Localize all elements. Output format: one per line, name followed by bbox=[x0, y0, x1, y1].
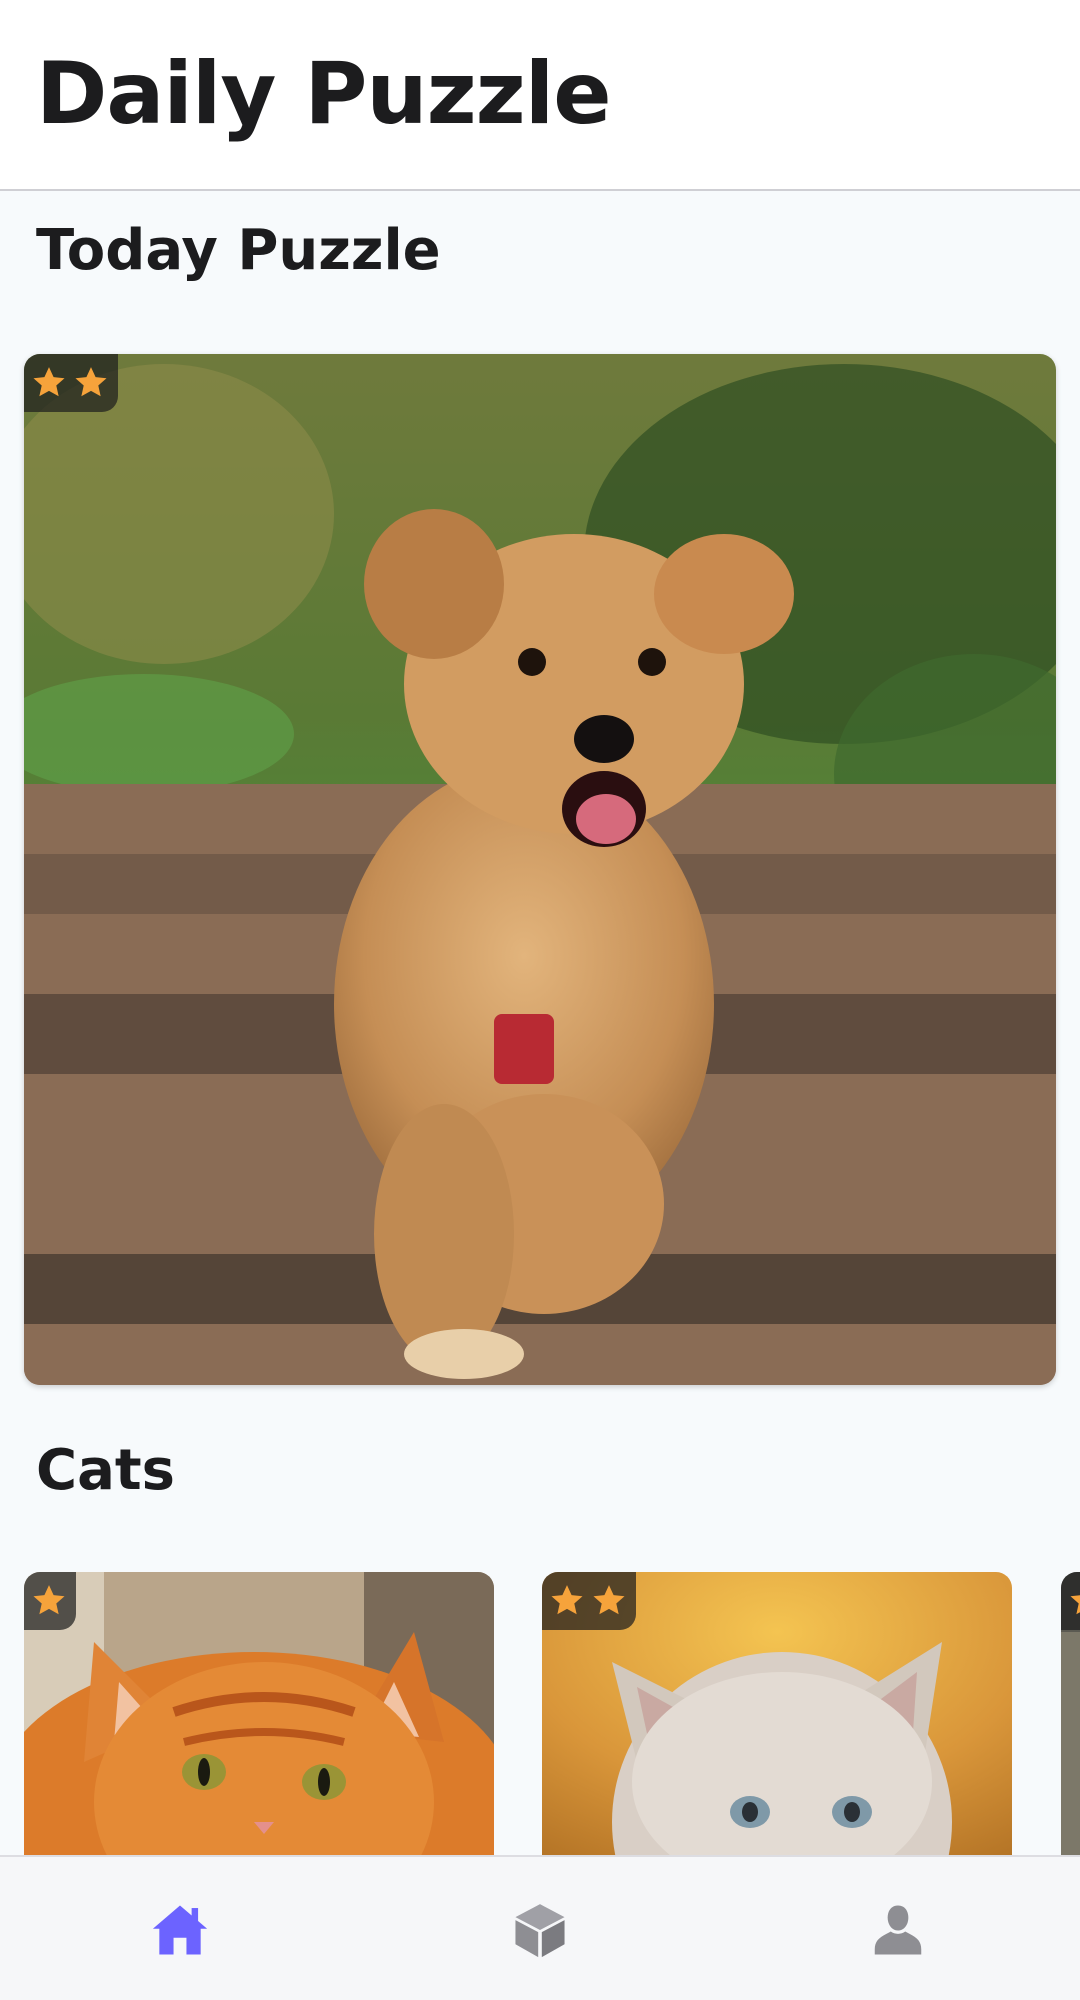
star-icon bbox=[33, 1585, 65, 1615]
home-icon bbox=[152, 1905, 208, 1955]
star-icon bbox=[1070, 1595, 1080, 1615]
cat-puzzle-card[interactable] bbox=[1061, 1572, 1080, 1855]
cat-puzzle-card[interactable] bbox=[24, 1572, 494, 1855]
cube-icon bbox=[515, 1904, 565, 1958]
difficulty-badge bbox=[542, 1572, 636, 1630]
nav-profile[interactable] bbox=[863, 1895, 933, 1965]
difficulty-badge bbox=[24, 354, 118, 412]
profile-icon bbox=[874, 1905, 922, 1955]
nav-home[interactable] bbox=[145, 1895, 215, 1965]
today-puzzle-card[interactable] bbox=[24, 354, 1056, 1385]
cats-carousel[interactable] bbox=[0, 1572, 1080, 1855]
section-title-cats: Cats bbox=[36, 1438, 175, 1503]
app-header: Daily Puzzle bbox=[0, 0, 1080, 191]
star-icon bbox=[33, 367, 65, 397]
bottom-nav bbox=[0, 1855, 1080, 2000]
app-title: Daily Puzzle bbox=[36, 44, 612, 144]
orange-tabby-cat-photo bbox=[24, 1572, 494, 1855]
section-title-today: Today Puzzle bbox=[36, 218, 441, 283]
difficulty-badge bbox=[1061, 1572, 1080, 1630]
cat-puzzle-card[interactable] bbox=[542, 1572, 1012, 1855]
nav-puzzles[interactable] bbox=[505, 1895, 575, 1965]
star-icon bbox=[593, 1585, 625, 1615]
star-icon bbox=[551, 1585, 583, 1615]
difficulty-badge bbox=[24, 1572, 76, 1630]
running-dog-photo bbox=[24, 354, 1056, 1385]
star-icon bbox=[75, 367, 107, 397]
